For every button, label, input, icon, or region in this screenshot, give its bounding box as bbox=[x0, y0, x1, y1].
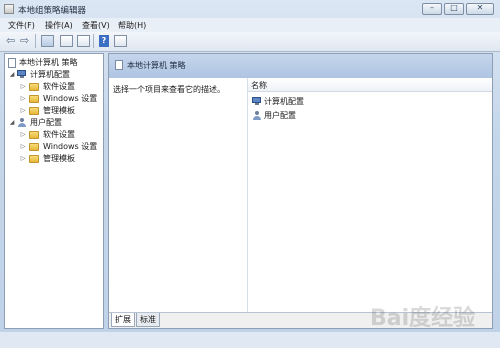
app-icon bbox=[4, 4, 14, 14]
user-icon bbox=[252, 111, 262, 121]
forward-arrow-icon[interactable]: ⇨ bbox=[20, 35, 30, 47]
expand-triangle-icon[interactable]: ▷ bbox=[19, 93, 27, 105]
minimize-button[interactable]: – bbox=[422, 3, 442, 15]
folder-icon bbox=[29, 83, 39, 91]
folder-icon bbox=[29, 95, 39, 103]
show-hide-tree-icon[interactable] bbox=[41, 35, 54, 47]
policy-document-icon bbox=[8, 58, 16, 68]
tree-item-root[interactable]: 本地计算机 策略 bbox=[5, 57, 103, 69]
export-list-icon[interactable] bbox=[77, 35, 90, 47]
computer-icon bbox=[17, 70, 27, 79]
expand-triangle-icon[interactable]: ▷ bbox=[19, 141, 27, 153]
content-header: 本地计算机 策略 bbox=[109, 54, 492, 78]
toolbar-separator bbox=[35, 34, 36, 48]
description-text: 选择一个项目来查看它的描述。 bbox=[113, 85, 225, 94]
toolbar: ⇦ ⇨ ? bbox=[0, 32, 500, 52]
close-icon: ✕ bbox=[476, 3, 484, 12]
folder-icon bbox=[29, 155, 39, 163]
tree-item-user-windows[interactable]: ▷ Windows 设置 bbox=[5, 141, 103, 153]
window-controls: – □ ✕ bbox=[422, 3, 494, 15]
tree-item-label: 用户配置 bbox=[30, 118, 62, 127]
toolbar-separator bbox=[93, 34, 94, 48]
minimize-icon: – bbox=[430, 3, 434, 12]
tree-item-computer-admin[interactable]: ▷ 管理模板 bbox=[5, 105, 103, 117]
tree-item-computer-config[interactable]: ◢ 计算机配置 bbox=[5, 69, 103, 81]
folder-icon bbox=[29, 131, 39, 139]
tree-item-computer-windows[interactable]: ▷ Windows 设置 bbox=[5, 93, 103, 105]
tree-item-label: 本地计算机 策略 bbox=[19, 58, 78, 67]
tree-item-label: 管理模板 bbox=[43, 154, 75, 163]
tab-standard[interactable]: 标准 bbox=[136, 313, 160, 327]
maximize-button[interactable]: □ bbox=[444, 3, 464, 15]
user-icon bbox=[17, 118, 27, 128]
tree-item-label: 计算机配置 bbox=[30, 70, 70, 79]
watermark: Bai度经验 bbox=[370, 306, 476, 331]
app-window: 本地组策略编辑器 – □ ✕ 文件(F) 操作(A) 查看(V) 帮助(H) ⇦… bbox=[0, 0, 500, 348]
list-item-label: 计算机配置 bbox=[264, 97, 304, 106]
list-item-label: 用户配置 bbox=[264, 111, 296, 120]
status-bar bbox=[0, 332, 500, 348]
tree-item-label: 软件设置 bbox=[43, 130, 75, 139]
tree-item-user-config[interactable]: ◢ 用户配置 bbox=[5, 117, 103, 129]
properties-icon[interactable] bbox=[60, 35, 73, 47]
expand-triangle-icon[interactable]: ▷ bbox=[19, 153, 27, 165]
tree-item-label: 软件设置 bbox=[43, 82, 75, 91]
help-icon[interactable]: ? bbox=[99, 35, 109, 47]
computer-icon bbox=[252, 97, 262, 106]
pane-divider bbox=[247, 78, 248, 312]
expand-triangle-icon[interactable]: ▷ bbox=[19, 129, 27, 141]
expand-triangle-icon[interactable]: ▷ bbox=[19, 81, 27, 93]
maximize-icon: □ bbox=[450, 3, 458, 12]
menu-view[interactable]: 查看(V) bbox=[82, 20, 110, 31]
menu-help[interactable]: 帮助(H) bbox=[118, 20, 146, 31]
tree-item-user-admin[interactable]: ▷ 管理模板 bbox=[5, 153, 103, 165]
navigation-tree: 本地计算机 策略 ◢ 计算机配置 ▷ 软件设置 ▷ Windows 设置 ▷ 管… bbox=[4, 53, 104, 329]
title-bar: 本地组策略编辑器 – □ ✕ bbox=[0, 0, 500, 18]
content-header-title: 本地计算机 策略 bbox=[127, 61, 186, 70]
close-button[interactable]: ✕ bbox=[466, 3, 494, 15]
tree-item-computer-software[interactable]: ▷ 软件设置 bbox=[5, 81, 103, 93]
menu-file[interactable]: 文件(F) bbox=[8, 20, 35, 31]
menu-bar: 文件(F) 操作(A) 查看(V) 帮助(H) bbox=[0, 18, 500, 32]
expand-triangle-icon[interactable]: ▷ bbox=[19, 105, 27, 117]
column-header-name[interactable]: 名称 bbox=[248, 78, 492, 92]
folder-icon bbox=[29, 107, 39, 115]
collapse-triangle-icon[interactable]: ◢ bbox=[8, 117, 16, 129]
back-arrow-icon[interactable]: ⇦ bbox=[6, 35, 16, 47]
menu-action[interactable]: 操作(A) bbox=[45, 20, 73, 31]
tree-item-label: 管理模板 bbox=[43, 106, 75, 115]
tab-extended[interactable]: 扩展 bbox=[111, 313, 135, 327]
window-title: 本地组策略编辑器 bbox=[18, 6, 87, 16]
content-pane: 本地计算机 策略 选择一个项目来查看它的描述。 名称 计算机配置 用户配置 扩展… bbox=[108, 53, 493, 329]
column-header-label: 名称 bbox=[251, 81, 267, 90]
folder-icon bbox=[29, 143, 39, 151]
collapse-triangle-icon[interactable]: ◢ bbox=[8, 69, 16, 81]
show-action-pane-icon[interactable] bbox=[114, 35, 127, 47]
tree-item-label: Windows 设置 bbox=[43, 142, 98, 151]
tree-item-label: Windows 设置 bbox=[43, 94, 98, 103]
policy-document-icon bbox=[115, 60, 123, 70]
tree-item-user-software[interactable]: ▷ 软件设置 bbox=[5, 129, 103, 141]
